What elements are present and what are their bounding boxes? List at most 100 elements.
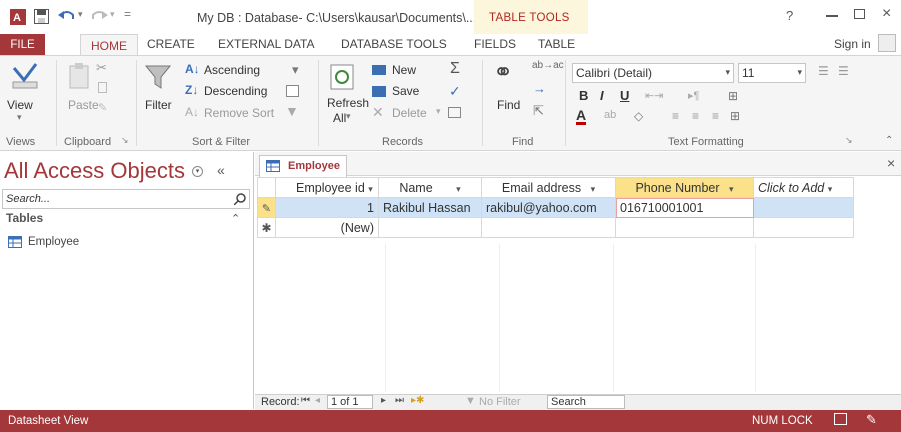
cell-empty[interactable] [753, 217, 854, 238]
last-record-icon[interactable]: ⏭ [395, 395, 404, 406]
cell-click-to-add[interactable] [753, 197, 854, 218]
cell-empty[interactable] [481, 217, 616, 238]
close-window-icon[interactable]: × [882, 5, 891, 23]
cell-phone[interactable]: 016710001001 [615, 197, 754, 218]
descending-button[interactable]: Descending [204, 84, 267, 98]
tab-external-data[interactable]: EXTERNAL DATA [218, 37, 314, 51]
binoculars-icon[interactable]: ⚭ [493, 58, 513, 87]
record-position-input[interactable]: 1 of 1 [327, 395, 373, 409]
cell-new-record[interactable]: (New) [275, 217, 379, 238]
nav-section-tables[interactable]: Tables [6, 211, 43, 225]
help-icon[interactable]: ? [786, 8, 793, 23]
underline-icon[interactable]: U [620, 88, 629, 103]
indent-icon[interactable]: ⇤⇥ [645, 89, 663, 102]
paste-button[interactable]: Paste [68, 98, 99, 112]
paragraph-direction-icon[interactable]: ▸¶ [688, 89, 699, 102]
column-header-click-to-add[interactable]: Click to Add ▾ [753, 177, 854, 198]
column-header-email[interactable]: Email address ▾ [481, 177, 616, 198]
view-button[interactable]: View [7, 98, 33, 112]
selection-filter-icon[interactable]: ▾ [292, 62, 299, 78]
spelling-icon[interactable]: ✓ [449, 83, 461, 100]
go-to-icon[interactable]: → [533, 81, 546, 96]
column-dropdown-icon[interactable]: ▾ [828, 184, 833, 194]
tab-file[interactable]: FILE [0, 34, 45, 56]
filter-button[interactable]: Filter [145, 98, 172, 112]
previous-record-icon[interactable]: ◂ [315, 395, 320, 406]
tab-fields[interactable]: FIELDS [474, 37, 516, 51]
bold-icon[interactable]: B [579, 88, 588, 103]
column-header-phone[interactable]: Phone Number ▾ [615, 177, 754, 198]
totals-icon[interactable]: Σ [450, 60, 460, 78]
sign-in-link[interactable]: Sign in [834, 37, 871, 51]
save-icon[interactable] [34, 9, 49, 24]
tab-table[interactable]: TABLE [538, 37, 575, 51]
toggle-filter-icon[interactable]: ▼ [285, 103, 299, 119]
background-color-icon[interactable]: ◇ [634, 109, 643, 123]
datasheet-view-icon[interactable] [12, 62, 38, 90]
column-header-name[interactable]: Name ▾ [378, 177, 482, 198]
cell-email[interactable]: rakibul@yahoo.com [481, 197, 616, 218]
more-records-icon[interactable] [448, 107, 461, 118]
column-dropdown-icon[interactable]: ▾ [585, 184, 596, 194]
first-record-icon[interactable]: ⏮ [301, 395, 310, 406]
record-search-input[interactable]: Search [547, 395, 625, 409]
delete-dropdown-icon[interactable]: ▾ [436, 106, 441, 117]
paste-icon[interactable] [68, 62, 92, 90]
highlight-icon[interactable]: ab [604, 109, 616, 121]
table-row[interactable]: ✎ 1 Rakibul Hassan rakibul@yahoo.com 016… [257, 197, 854, 218]
undo-icon[interactable] [58, 9, 76, 23]
account-avatar-icon[interactable] [878, 34, 896, 52]
advanced-filter-icon[interactable] [286, 85, 299, 97]
cell-empty[interactable] [615, 217, 754, 238]
collapse-ribbon-icon[interactable]: ⌃ [885, 135, 893, 146]
collapse-section-icon[interactable]: ⌃ [231, 212, 240, 225]
italic-icon[interactable]: I [600, 88, 604, 103]
remove-sort-button[interactable]: Remove Sort [204, 106, 274, 120]
column-dropdown-icon[interactable]: ▾ [436, 184, 461, 194]
numbering-icon[interactable]: ☰ [838, 64, 849, 78]
datasheet-view-status-icon[interactable] [834, 413, 847, 425]
refresh-dropdown-icon[interactable]: ▾ [346, 111, 351, 122]
new-record-row[interactable]: ✱ (New) [257, 217, 854, 238]
restore-icon[interactable] [854, 9, 865, 19]
align-left-icon[interactable]: ≡ [672, 109, 679, 123]
refresh-icon[interactable] [330, 64, 354, 90]
new-record-button[interactable]: New [392, 63, 416, 77]
new-record-selector[interactable]: ✱ [257, 217, 276, 238]
search-icon[interactable] [234, 193, 246, 205]
shutter-bar-close-icon[interactable]: « [217, 162, 225, 178]
select-all-cell[interactable] [257, 177, 276, 198]
nav-pane-header[interactable]: All Access Objects [4, 158, 185, 184]
cell-empty[interactable] [378, 217, 482, 238]
text-formatting-launcher-icon[interactable]: ↘ [845, 135, 853, 146]
font-size-dropdown[interactable]: 11 ▾ [738, 63, 806, 83]
ascending-button[interactable]: Ascending [204, 63, 260, 77]
alternate-row-color-icon[interactable]: ⊞ [730, 109, 740, 123]
find-button[interactable]: Find [497, 98, 520, 112]
refresh-button[interactable]: Refresh [327, 96, 369, 110]
new-record-nav-icon[interactable]: ▸✱ [411, 395, 424, 406]
nav-search-input[interactable]: Search... [2, 189, 250, 209]
filter-status[interactable]: No Filter [479, 396, 521, 408]
clipboard-launcher-icon[interactable]: ↘ [121, 135, 129, 146]
copy-icon[interactable] [98, 82, 107, 93]
tab-home[interactable]: HOME [80, 34, 138, 56]
bullets-icon[interactable]: ☰ [818, 64, 829, 78]
document-tab-employee[interactable]: Employee [259, 155, 347, 177]
tab-create[interactable]: CREATE [147, 37, 195, 51]
select-icon[interactable]: ⇱ [533, 103, 544, 119]
design-view-status-icon[interactable]: ✎ [866, 412, 877, 428]
record-selector[interactable]: ✎ [257, 197, 276, 218]
replace-icon[interactable]: ab→ac [532, 60, 564, 71]
close-document-icon[interactable]: × [887, 155, 895, 171]
view-dropdown-icon[interactable]: ▾ [17, 112, 22, 123]
tab-database-tools[interactable]: DATABASE TOOLS [341, 37, 447, 51]
gridlines-icon[interactable]: ⊞ [728, 89, 738, 103]
minimize-icon[interactable] [826, 15, 838, 17]
nav-dropdown-icon[interactable]: ▾ [192, 166, 203, 177]
column-dropdown-icon[interactable]: ▾ [723, 184, 734, 194]
refresh-all-button[interactable]: All [333, 111, 346, 125]
next-record-icon[interactable]: ▸ [381, 395, 386, 406]
align-right-icon[interactable]: ≡ [712, 109, 719, 123]
align-center-icon[interactable]: ≡ [692, 109, 699, 123]
